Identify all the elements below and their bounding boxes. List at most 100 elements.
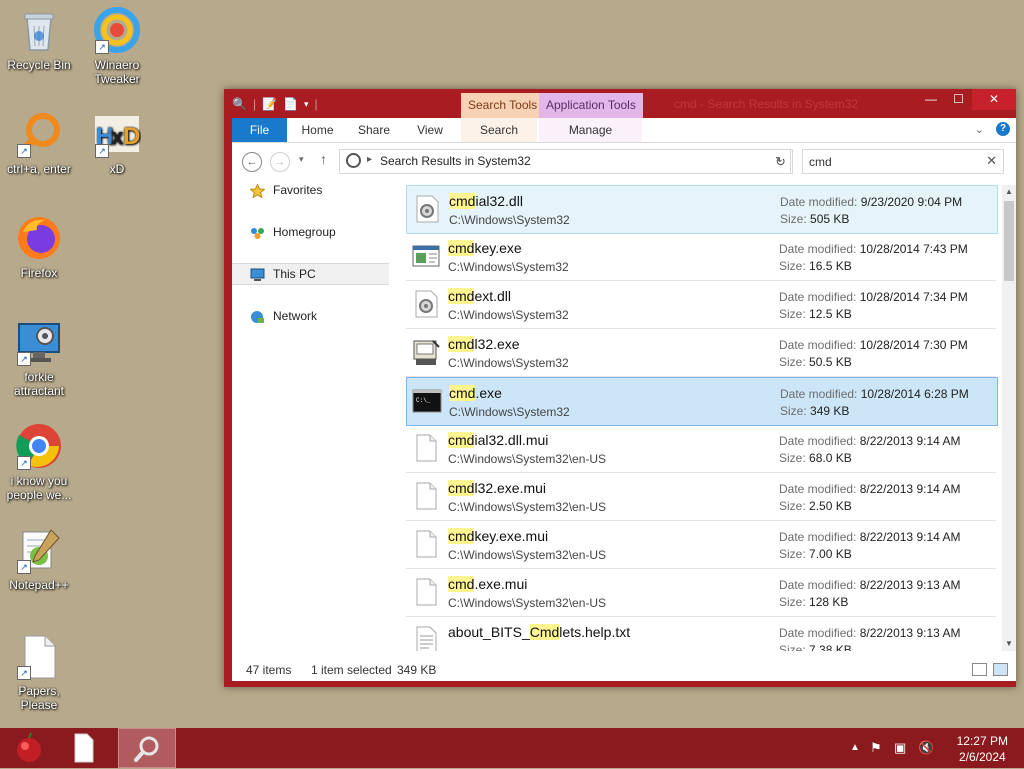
file-row[interactable]: cmdkey.exe.mui C:\Windows\System32\en-US D…: [406, 521, 996, 569]
file-size: Size: 2.50 KB: [779, 499, 852, 513]
file-row[interactable]: cmdial32.dll.mui C:\Windows\System32\en-U…: [406, 425, 996, 473]
magnifier-icon[interactable]: 🔍: [232, 97, 247, 111]
date-label: Date modified:: [780, 195, 858, 209]
close-button[interactable]: ✕: [972, 89, 1016, 110]
app-window-icon: [411, 241, 441, 271]
recycle-bin-icon: [15, 6, 63, 54]
volume-muted-icon[interactable]: 🔇: [918, 740, 934, 756]
title-bar[interactable]: 🔍 | 📝 📄 ▾ | Search Tools Application Too…: [224, 89, 1016, 118]
file-row[interactable]: C:\_ cmd.exe C:\Windows\System32 Date modif…: [406, 377, 998, 426]
nav-item-favorites[interactable]: Favorites: [232, 179, 389, 201]
back-button[interactable]: ←: [242, 152, 262, 172]
blank-file-icon: [411, 529, 441, 559]
search-box[interactable]: ✕: [802, 149, 1004, 174]
search-match-highlight: cmd: [448, 336, 475, 352]
clear-search-icon[interactable]: ✕: [986, 153, 997, 169]
taskbar-item-explorer[interactable]: [118, 728, 176, 768]
tab-manage[interactable]: Manage: [539, 118, 642, 142]
size-value: 50.5 KB: [809, 355, 852, 369]
start-button[interactable]: [0, 728, 58, 768]
file-size: Size: 7.38 KB: [779, 643, 852, 651]
tab-file[interactable]: File: [232, 118, 287, 142]
size-value: 16.5 KB: [809, 259, 852, 273]
scroll-thumb[interactable]: [1004, 201, 1014, 281]
size-value: 7.38 KB: [809, 643, 852, 651]
shortcut-arrow-icon: ↗: [95, 40, 109, 54]
tab-view[interactable]: View: [402, 118, 458, 142]
maximize-button[interactable]: ☐: [945, 89, 972, 110]
taskbar-item-document[interactable]: [55, 728, 113, 768]
scroll-up-icon[interactable]: ▲: [1002, 185, 1016, 199]
help-icon[interactable]: ?: [996, 122, 1010, 136]
file-name: cmdext.dll: [448, 288, 512, 304]
address-path[interactable]: Search Results in System32: [380, 154, 531, 168]
nav-item-homegroup[interactable]: Homegroup: [232, 221, 389, 243]
ribbon-expand-icon[interactable]: ⌄: [975, 123, 984, 136]
system-tray: ▲ ⚑ ▣ 🔇 12:27 PM 2/6/2024: [824, 728, 1024, 768]
tab-search[interactable]: Search: [461, 118, 537, 142]
nav-item-this-pc[interactable]: This PC: [232, 263, 389, 285]
recent-locations-dropdown-icon[interactable]: ▾: [299, 154, 304, 165]
file-row[interactable]: cmd.exe.mui C:\Windows\System32\en-US Date…: [406, 569, 996, 617]
breadcrumb-chevron-icon[interactable]: ▸: [367, 154, 372, 165]
desktop-icon-label: Papers, Please: [18, 684, 60, 712]
minimize-button[interactable]: —: [917, 89, 945, 110]
file-row[interactable]: cmdext.dll C:\Windows\System32 Date modifi…: [406, 281, 996, 329]
desktop-icon-chrome[interactable]: ↗ i know you people we...: [0, 422, 78, 502]
quick-access-toolbar: 🔍 | 📝 📄 ▾ |: [232, 95, 318, 113]
nav-item-label: This PC: [273, 267, 316, 281]
file-row[interactable]: cmdl32.exe.mui C:\Windows\System32\en-US D…: [406, 473, 996, 521]
dll-file-icon: [411, 289, 441, 319]
show-hidden-icons-icon[interactable]: ▲: [850, 742, 860, 753]
network-status-icon[interactable]: ▣: [894, 740, 906, 756]
qat-dropdown-icon[interactable]: ▾: [304, 99, 309, 110]
details-view-icon[interactable]: [972, 663, 987, 676]
selection-status: 1 item selected: [311, 663, 392, 677]
homegroup-icon: [250, 225, 265, 239]
file-row[interactable]: about_BITS_Cmdlets.help.txt Date modified…: [406, 617, 996, 651]
file-row[interactable]: cmdl32.exe C:\Windows\System32 Date modifi…: [406, 329, 996, 377]
address-bar[interactable]: ▸ Search Results in System32 ⌄: [339, 149, 791, 174]
file-row[interactable]: cmdial32.dll C:\Windows\System32 Date modi…: [406, 185, 998, 234]
separator: |: [252, 97, 257, 111]
search-input[interactable]: [807, 152, 981, 171]
desktop-icon-label: ctrl+a, enter: [7, 162, 71, 176]
refresh-button[interactable]: ↻: [769, 149, 793, 174]
large-icons-view-icon[interactable]: [993, 663, 1008, 676]
clock[interactable]: 12:27 PM 2/6/2024: [957, 733, 1008, 765]
nav-item-network[interactable]: Network: [232, 305, 389, 327]
desktop-icon-recycle-bin[interactable]: Recycle Bin: [0, 6, 78, 72]
file-name: cmdl32.exe.mui: [448, 480, 547, 496]
desktop-icon-ctrl-a-enter[interactable]: ↗ ctrl+a, enter: [0, 110, 78, 176]
desktop-icon-forkie-attractant[interactable]: ↗ forkie attractant: [0, 318, 78, 398]
desktop-icon-notepadpp[interactable]: ↗ Notepad++: [0, 526, 78, 592]
file-row[interactable]: cmdkey.exe C:\Windows\System32 Date modifi…: [406, 233, 996, 281]
desktop-icon-label: Notepad++: [9, 578, 69, 592]
size-label: Size:: [779, 259, 806, 273]
text-file-icon: [411, 625, 441, 651]
cmdl32-exe-icon: [411, 337, 441, 367]
tab-home[interactable]: Home: [289, 118, 346, 142]
up-button[interactable]: ↑: [320, 151, 327, 167]
search-match-highlight: cmd: [448, 576, 475, 592]
file-size: Size: 128 KB: [779, 595, 848, 609]
forward-button[interactable]: →: [270, 152, 290, 172]
dll-file-icon: [412, 194, 442, 224]
blank-file-icon: [411, 577, 441, 607]
desktop-icon-label: xD: [109, 162, 125, 176]
file-size: Size: 349 KB: [780, 404, 849, 418]
blank-file-icon: [411, 433, 441, 463]
properties-icon[interactable]: 📝: [262, 97, 277, 111]
scroll-down-icon[interactable]: ▼: [1002, 637, 1016, 651]
desktop-icon-winaero-tweaker[interactable]: ↗ Winaero Tweaker: [78, 6, 156, 86]
search-match-highlight: cmd: [449, 385, 476, 401]
tab-share[interactable]: Share: [346, 118, 402, 142]
action-center-flag-icon[interactable]: ⚑: [870, 740, 882, 756]
context-tab-search-tools: Search Tools: [461, 93, 545, 118]
desktop-icon-firefox[interactable]: Firefox: [0, 214, 78, 280]
vertical-scrollbar[interactable]: ▲ ▼: [1002, 185, 1016, 651]
desktop-icon-papers-please[interactable]: ↗ Papers, Please: [0, 632, 78, 712]
desktop-icon-xd[interactable]: HxD ↗ xD: [78, 110, 156, 176]
new-folder-icon[interactable]: 📄: [283, 97, 298, 111]
file-name: cmdial32.dll: [449, 193, 523, 209]
